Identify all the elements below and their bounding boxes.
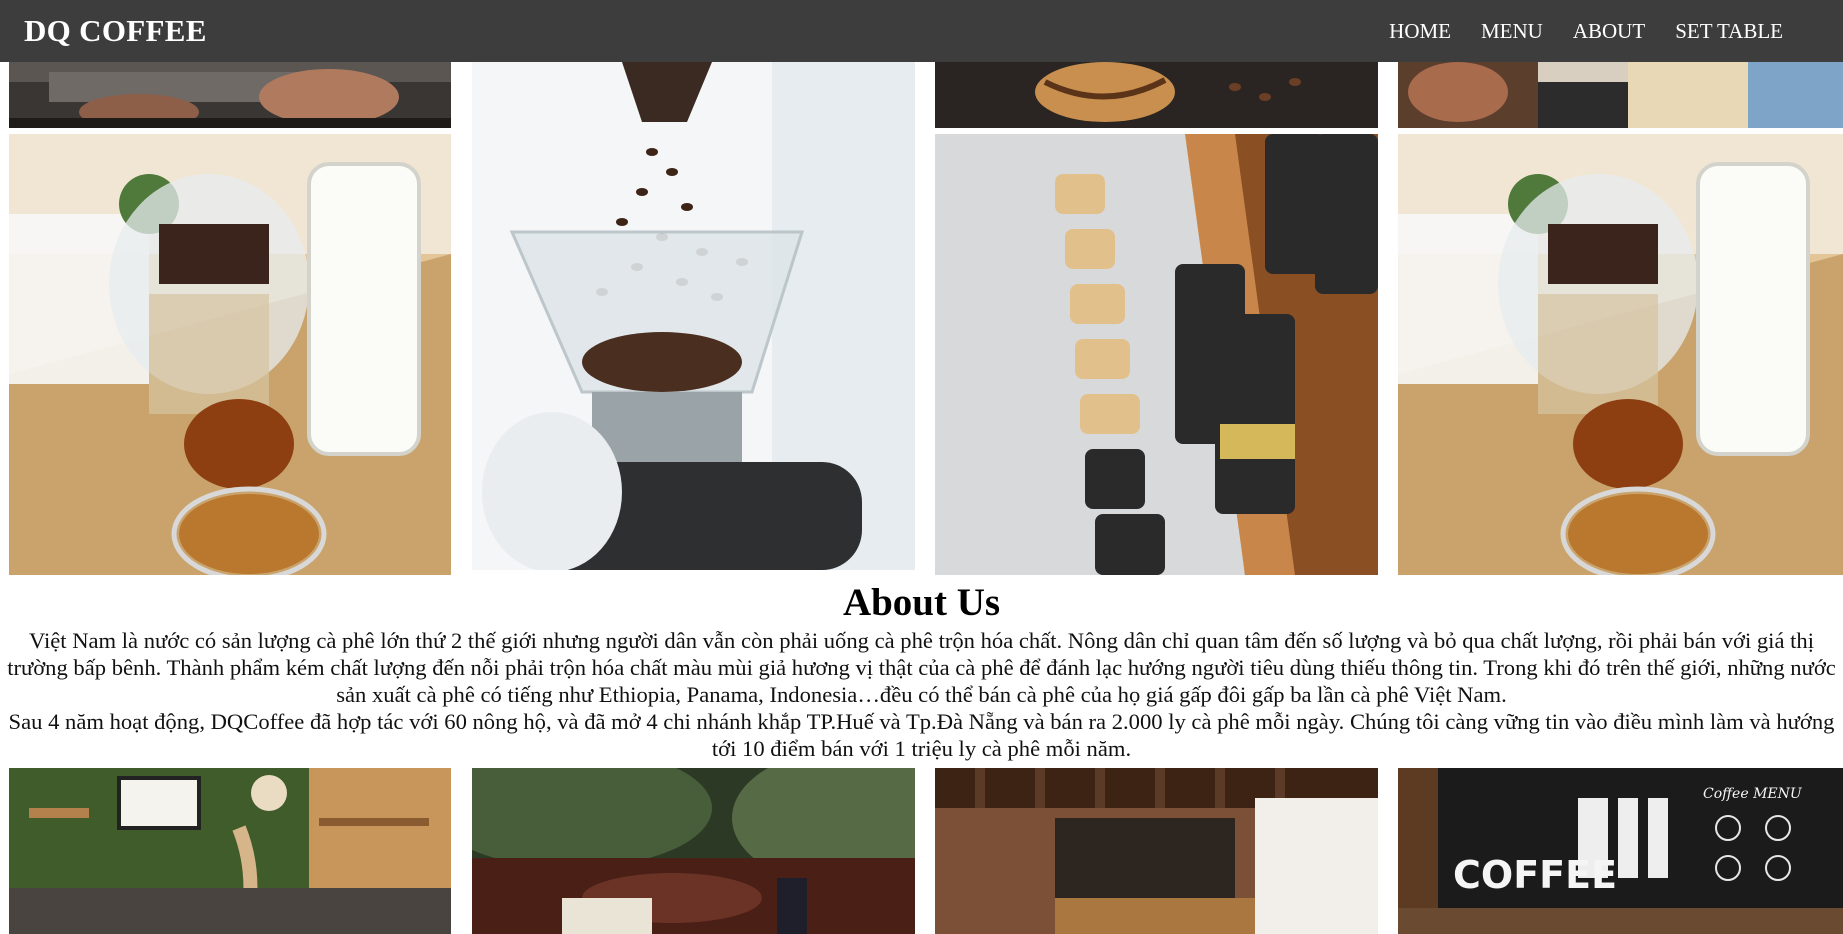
gallery-photo-barista-hands (9, 62, 451, 128)
about-us-heading: About Us (842, 581, 1001, 624)
gallery-photo-chalkboard-menu: COFFEE Coffee MENU (1398, 768, 1843, 934)
nav-menu: HOME MENU ABOUT SET TABLE (1389, 18, 1783, 44)
gallery-photo-cashier (1398, 62, 1843, 128)
top-navbar: DQ COFFEE HOME MENU ABOUT SET TABLE (0, 0, 1843, 62)
brand-logo[interactable]: DQ COFFEE (24, 13, 207, 49)
gallery-photo-green-wall-cafe (9, 768, 451, 934)
gallery-photo-dessert-milk-left (9, 134, 451, 575)
gallery-photo-coffee-bags-shelf (935, 134, 1378, 575)
about-paragraph-1: Việt Nam là nước có sản lượng cà phê lớn… (7, 628, 1836, 707)
nav-link-home[interactable]: HOME (1389, 18, 1451, 44)
about-paragraph-2: Sau 4 năm hoạt động, DQCoffee đã hợp tác… (8, 709, 1835, 761)
chalk-menu-text: Coffee MENU (1703, 786, 1803, 802)
nav-link-about[interactable]: ABOUT (1573, 18, 1645, 44)
chalk-coffee-text: COFFEE (1453, 853, 1617, 897)
nav-link-set-table[interactable]: SET TABLE (1675, 18, 1783, 44)
nav-link-menu[interactable]: MENU (1481, 18, 1543, 44)
about-us-text: Việt Nam là nước có sản lượng cà phê lớn… (6, 627, 1837, 762)
gallery-photo-croissant (935, 62, 1378, 128)
gallery-photo-coffee-grinder (472, 62, 915, 570)
gallery-photo-brick-cafe-bar (935, 768, 1378, 934)
gallery-photo-garden-terrace (472, 768, 915, 934)
gallery-photo-dessert-milk-right (1398, 134, 1843, 575)
